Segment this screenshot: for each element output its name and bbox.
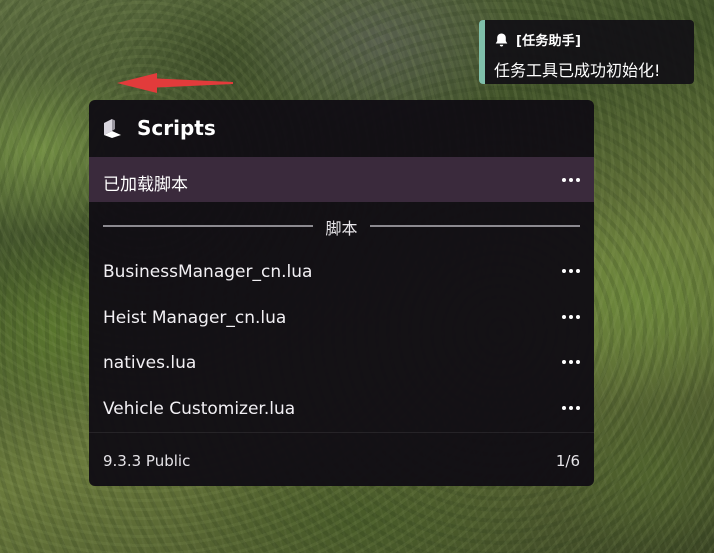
divider-line-right <box>370 225 580 227</box>
panel-header: Scripts <box>89 100 594 156</box>
more-options-icon[interactable] <box>562 360 580 364</box>
section-label: 脚本 <box>325 219 358 238</box>
bell-icon <box>495 32 508 46</box>
script-name: Vehicle Customizer.lua <box>103 399 296 419</box>
script-name: Heist Manager_cn.lua <box>103 308 287 328</box>
scripts-panel: Scripts 已加载脚本 脚本 BusinessManager_cn.lua … <box>89 100 594 486</box>
page-count: 1/6 <box>555 452 580 470</box>
script-item-businessmanager[interactable]: BusinessManager_cn.lua <box>89 251 594 293</box>
toast-accent-bar <box>479 20 485 84</box>
loaded-scripts-item[interactable]: 已加载脚本 <box>89 157 594 202</box>
scripts-section-divider: 脚本 <box>103 215 580 238</box>
panel-title: Scripts <box>137 116 216 140</box>
more-options-icon[interactable] <box>562 269 580 273</box>
script-name: natives.lua <box>103 353 197 373</box>
red-arrow-pointer-icon <box>117 73 233 93</box>
notification-toast: [任务助手] 任务工具已成功初始化! <box>479 20 694 84</box>
footer-separator <box>89 432 594 433</box>
game-background: [任务助手] 任务工具已成功初始化! Scripts 已加载脚本 脚本 Busi… <box>0 0 714 553</box>
more-options-icon[interactable] <box>562 315 580 319</box>
script-item-heist-manager[interactable]: Heist Manager_cn.lua <box>89 297 594 339</box>
toast-title: [任务助手] <box>516 34 582 49</box>
loaded-scripts-label: 已加载脚本 <box>103 175 188 195</box>
toast-header: [任务助手] <box>494 30 581 49</box>
script-item-natives[interactable]: natives.lua <box>89 342 594 384</box>
script-item-vehicle-customizer[interactable]: Vehicle Customizer.lua <box>89 388 594 430</box>
more-options-icon[interactable] <box>562 178 580 182</box>
menu-logo-icon <box>104 119 121 138</box>
script-name: BusinessManager_cn.lua <box>103 262 313 282</box>
divider-line-left <box>103 225 313 227</box>
version-label: 9.3.3 Public <box>103 452 191 470</box>
more-options-icon[interactable] <box>562 406 580 410</box>
toast-message: 任务工具已成功初始化! <box>494 61 661 80</box>
